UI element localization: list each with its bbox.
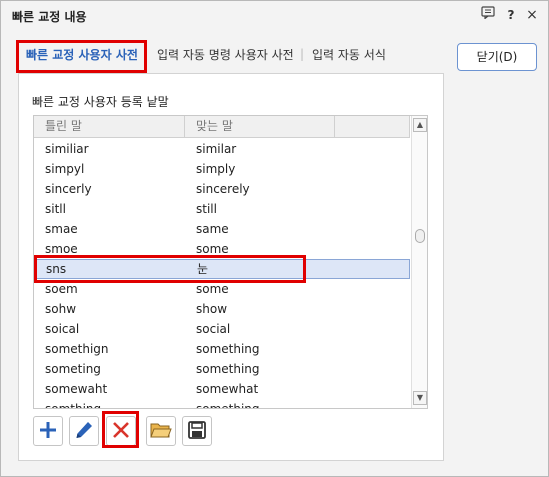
right-word: simply	[196, 162, 236, 176]
wrong-word: soical	[45, 322, 80, 336]
right-word: something	[196, 342, 260, 356]
tab-auto-command-dictionary[interactable]: 입력 자동 명령 사용자 사전	[157, 46, 294, 63]
wrong-word: smae	[45, 222, 78, 236]
list-item[interactable]: somewaht somewhat	[34, 379, 410, 399]
list-item[interactable]: sohw show	[34, 299, 410, 319]
list-item[interactable]: somthing something	[34, 399, 410, 409]
list-item[interactable]: smae same	[34, 219, 410, 239]
right-word: something	[196, 362, 260, 376]
scroll-down-icon[interactable]: ▼	[413, 391, 427, 405]
wrong-word: someting	[45, 362, 101, 376]
list-header: 틀린 말 맞는 말	[34, 116, 410, 138]
wrong-word: somthing	[45, 402, 102, 409]
list-item[interactable]: simpyl simply	[34, 159, 410, 179]
right-word: sincerely	[196, 182, 250, 196]
folder-icon	[150, 421, 172, 442]
list-item[interactable]: soical social	[34, 319, 410, 339]
vertical-scrollbar[interactable]: ▲ ▼	[411, 116, 427, 408]
close-button[interactable]: 닫기(D)	[457, 43, 537, 71]
column-header-wrong[interactable]: 틀린 말	[34, 116, 185, 137]
list-item[interactable]: somethign something	[34, 339, 410, 359]
section-label: 빠른 교정 사용자 등록 낱말	[32, 95, 169, 109]
floppy-disk-icon	[187, 420, 207, 443]
scroll-up-icon[interactable]: ▲	[413, 118, 427, 132]
tab-separator: |	[300, 47, 305, 61]
window-title: 빠른 교정 내용	[12, 10, 87, 24]
right-word: social	[196, 322, 231, 336]
message-icon[interactable]	[479, 6, 497, 24]
wrong-word: somewaht	[45, 382, 108, 396]
column-header-right[interactable]: 맞는 말	[185, 116, 335, 137]
wrong-word: simpyl	[45, 162, 85, 176]
save-button[interactable]	[182, 416, 212, 446]
open-button[interactable]	[146, 416, 176, 446]
quick-correction-dialog: 빠른 교정 내용 ? × 빠른 교정 사용자 사전 입력 자동 명령 사용자 사…	[0, 0, 549, 477]
right-word: show	[196, 302, 228, 316]
right-word: same	[196, 222, 229, 236]
right-word: similar	[196, 142, 237, 156]
list-item[interactable]: sincerly sincerely	[34, 179, 410, 199]
list-item[interactable]: similiar similar	[34, 139, 410, 159]
add-button[interactable]	[33, 416, 63, 446]
tab-auto-format[interactable]: 입력 자동 서식	[312, 46, 386, 63]
close-window-button[interactable]: ×	[523, 6, 541, 24]
annotation-highlight-tab	[16, 40, 147, 73]
wrong-word: sincerly	[45, 182, 92, 196]
help-button[interactable]: ?	[502, 6, 520, 24]
wrong-word: similiar	[45, 142, 89, 156]
plus-icon	[38, 420, 58, 443]
column-header-empty	[335, 116, 410, 137]
list-item[interactable]: someting something	[34, 359, 410, 379]
wrong-word: sohw	[45, 302, 77, 316]
annotation-highlight-row	[34, 255, 306, 283]
title-bar: 빠른 교정 내용 ? ×	[1, 1, 548, 30]
edit-button[interactable]	[69, 416, 99, 446]
scroll-thumb[interactable]	[415, 229, 425, 243]
right-word: still	[196, 202, 217, 216]
wrong-word: somethign	[45, 342, 109, 356]
right-word: something	[196, 402, 260, 409]
list-item[interactable]: sitll still	[34, 199, 410, 219]
wrong-word: sitll	[45, 202, 66, 216]
annotation-highlight-delete	[102, 411, 139, 448]
pencil-icon	[74, 420, 94, 443]
right-word: somewhat	[196, 382, 259, 396]
